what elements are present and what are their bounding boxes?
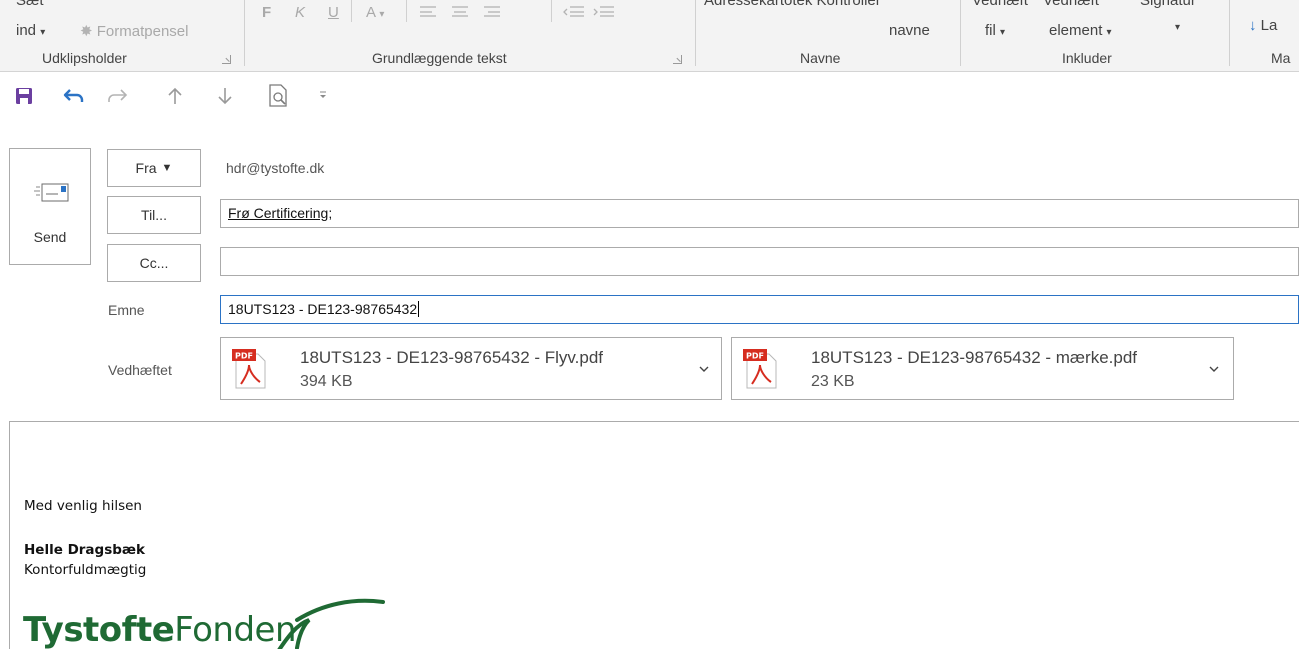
group-divider xyxy=(695,0,696,66)
paste-label: ind xyxy=(16,22,37,39)
subject-value: 18UTS123 - DE123-98765432 xyxy=(228,301,418,317)
align-icons[interactable] xyxy=(418,4,528,18)
pdf-file-icon: PDF xyxy=(743,349,777,389)
logo-swoosh-icon xyxy=(277,598,385,649)
subject-label: Emne xyxy=(108,302,145,318)
attach-file-button[interactable]: fil ▾ xyxy=(985,22,1005,39)
quick-access-toolbar xyxy=(0,78,400,118)
attachment-item[interactable]: PDF 18UTS123 - DE123-98765432 - mærke.pd… xyxy=(731,337,1234,400)
pdf-badge: PDF xyxy=(746,352,764,361)
tool-divider xyxy=(351,0,352,22)
arrow-down-icon[interactable] xyxy=(217,86,233,106)
send-label: Send xyxy=(33,229,67,245)
signature-top[interactable]: Signatur xyxy=(1140,0,1196,9)
subject-field[interactable]: 18UTS123 - DE123-98765432 xyxy=(220,295,1299,324)
from-value: hdr@tystofte.dk xyxy=(226,160,325,176)
arrow-down-icon: ↓ xyxy=(1249,17,1257,34)
attach-item-top[interactable]: Vedhæft xyxy=(1043,0,1099,9)
attachment-name: 18UTS123 - DE123-98765432 - Flyv.pdf xyxy=(300,348,604,367)
send-button[interactable]: Send xyxy=(9,148,91,265)
group-label-include: Inkluder xyxy=(1062,50,1112,66)
redo-icon[interactable] xyxy=(105,86,129,106)
pdf-file-icon: PDF xyxy=(232,349,266,389)
attached-label: Vedhæftet xyxy=(108,362,172,378)
print-preview-icon[interactable] xyxy=(267,83,291,109)
text-cursor xyxy=(418,301,420,317)
attachment-item[interactable]: PDF 18UTS123 - DE123-98765432 - Flyv.pdf… xyxy=(220,337,722,400)
to-recipient[interactable]: Frø Certificering xyxy=(228,205,328,221)
signature-greeting: Med venlig hilsen xyxy=(24,498,142,514)
clipboard-launcher-icon[interactable] xyxy=(222,55,231,64)
cc-label: Cc... xyxy=(139,255,169,271)
group-label-tags: Ma xyxy=(1271,50,1291,66)
group-label-basic-text: Grundlæggende tekst xyxy=(372,50,507,66)
signature-title: Kontorfuldmægtig xyxy=(24,562,147,578)
font-color-button[interactable]: A ▾ xyxy=(366,4,384,21)
low-importance-button[interactable]: ↓ La xyxy=(1249,17,1277,34)
format-painter-button[interactable]: ✸ Formatpensel xyxy=(80,22,188,40)
logo-text-bold: Tystofte xyxy=(23,610,175,649)
undo-icon[interactable] xyxy=(62,86,86,106)
underline-button[interactable]: U xyxy=(328,4,339,21)
bold-button[interactable]: F xyxy=(262,4,271,21)
brush-icon: ✸ xyxy=(80,23,93,40)
to-button[interactable]: Til... xyxy=(107,196,201,234)
attach-file-label: fil xyxy=(985,22,996,39)
chevron-down-icon: ▾ xyxy=(1000,27,1006,38)
group-divider xyxy=(244,0,245,66)
save-icon[interactable] xyxy=(14,86,34,106)
paste-button-top[interactable]: Sæt xyxy=(16,0,44,9)
attach-item-label: element xyxy=(1049,22,1103,39)
attach-item-button[interactable]: element ▾ xyxy=(1049,22,1112,39)
cc-field[interactable] xyxy=(220,247,1299,276)
from-button[interactable]: Fra ▼ xyxy=(107,149,201,187)
basic-text-launcher-icon[interactable] xyxy=(673,55,682,64)
group-label-names: Navne xyxy=(800,50,841,66)
attachment-dropdown-chevron-icon[interactable] xyxy=(699,365,709,373)
logo-text: TystofteFonden xyxy=(23,610,297,649)
group-divider xyxy=(1229,0,1230,66)
chevron-down-icon: ▾ xyxy=(1106,27,1112,38)
pdf-badge: PDF xyxy=(235,352,253,361)
group-label-clipboard: Udklipsholder xyxy=(42,50,127,66)
tool-divider xyxy=(551,0,552,22)
to-field[interactable]: Frø Certificering; xyxy=(220,199,1299,228)
cc-button[interactable]: Cc... xyxy=(107,244,201,282)
tool-divider xyxy=(406,0,407,22)
customize-toolbar-chevron-icon[interactable] xyxy=(318,90,328,100)
arrow-up-icon[interactable] xyxy=(167,86,183,106)
indent-icons[interactable] xyxy=(562,4,624,18)
paste-button[interactable]: ind ▾ xyxy=(16,22,45,39)
signature-name: Helle Dragsbæk xyxy=(24,542,146,558)
address-book-check-names-top[interactable]: Adressekartotek Kontroller xyxy=(704,0,881,9)
font-color-label: A xyxy=(366,4,376,21)
ribbon: Sæt ind ▾ ✸ Formatpensel Udklipsholder F… xyxy=(0,0,1299,72)
chevron-down-icon: ▼ xyxy=(161,162,173,174)
format-painter-label: Formatpensel xyxy=(96,23,189,40)
attach-file-top[interactable]: Vedhæft xyxy=(972,0,1028,9)
send-envelope-icon xyxy=(34,183,69,202)
group-divider xyxy=(960,0,961,66)
italic-button[interactable]: K xyxy=(295,4,305,21)
attachment-dropdown-chevron-icon[interactable] xyxy=(1209,365,1219,373)
check-names-button[interactable]: navne xyxy=(889,22,930,39)
low-importance-label: La xyxy=(1260,17,1278,34)
attachment-name: 18UTS123 - DE123-98765432 - mærke.pdf xyxy=(811,348,1138,367)
to-label: Til... xyxy=(141,207,167,223)
attachment-size: 23 KB xyxy=(811,373,855,390)
attachment-size: 394 KB xyxy=(300,373,353,390)
to-separator: ; xyxy=(328,205,333,221)
chevron-down-icon: ▾ xyxy=(379,9,385,20)
signature-chevron-down-icon[interactable]: ▾ xyxy=(1175,22,1180,33)
chevron-down-icon: ▾ xyxy=(40,27,46,38)
from-label: Fra xyxy=(135,160,157,176)
